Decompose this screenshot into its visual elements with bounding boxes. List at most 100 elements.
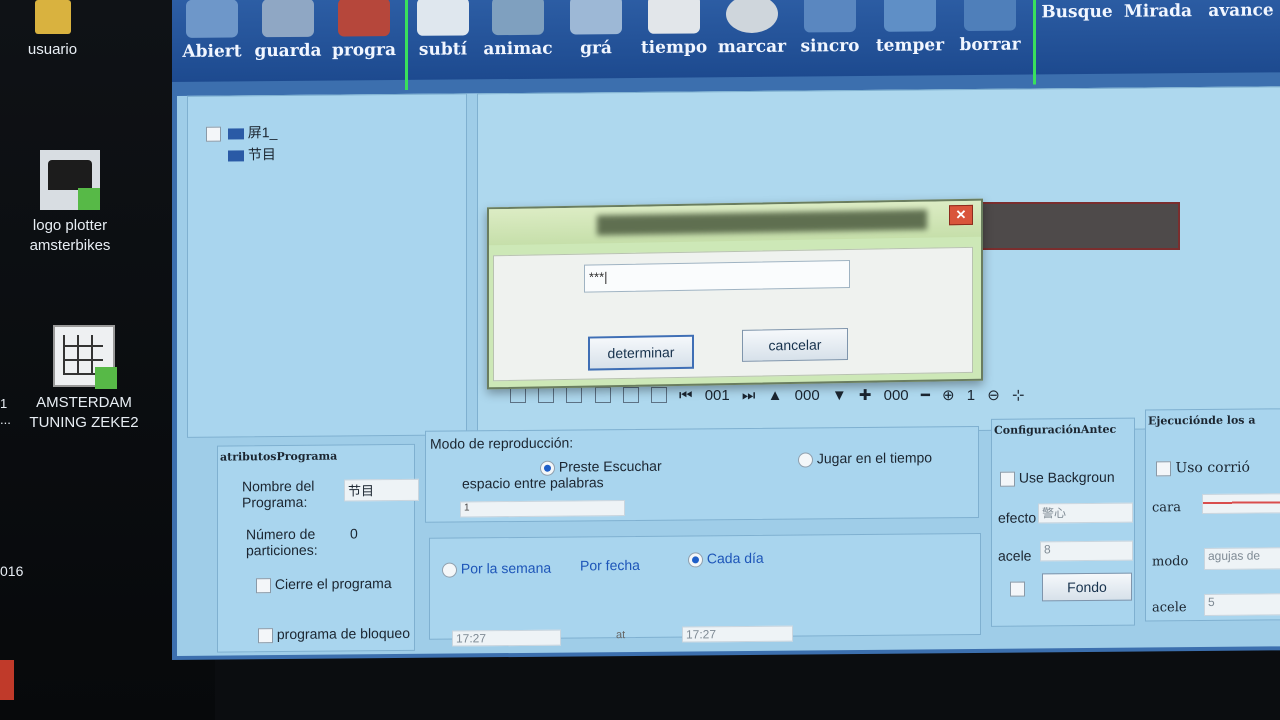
effect-label: efecto bbox=[998, 509, 1037, 526]
checkbox[interactable] bbox=[1010, 581, 1025, 597]
accel-field[interactable]: 8 bbox=[1040, 540, 1133, 562]
time-separator: at bbox=[616, 629, 626, 642]
radio-button[interactable] bbox=[798, 452, 813, 468]
password-input[interactable]: ***| bbox=[584, 259, 850, 293]
face-label: cara bbox=[1152, 500, 1181, 516]
next-page-icon[interactable]: ⏭ bbox=[742, 387, 756, 404]
password-dialog: ✕ ***| determinar cancelar bbox=[487, 198, 983, 390]
taskbar-app-icon[interactable] bbox=[0, 660, 14, 700]
toolbar-advance-button[interactable]: avance bbox=[1202, 0, 1280, 54]
crown-logo-icon bbox=[40, 150, 100, 210]
toolbar-graphic-button[interactable]: grá bbox=[568, 0, 624, 72]
close-icon[interactable]: ✕ bbox=[949, 204, 973, 226]
checkbox[interactable] bbox=[258, 627, 273, 644]
clapperboard-icon bbox=[338, 0, 390, 37]
accel-label: acele bbox=[998, 547, 1032, 564]
use-background-option[interactable]: Use Backgroun bbox=[1000, 469, 1115, 487]
toolbar-separator bbox=[405, 0, 408, 90]
toolbar-sync-button[interactable]: sincro bbox=[794, 0, 866, 70]
toolbar-program-button[interactable]: progra bbox=[326, 0, 402, 74]
end-time-field[interactable]: 17:27 bbox=[682, 625, 793, 643]
pencil-paper-icon bbox=[417, 0, 469, 36]
minus-icon[interactable]: ━ bbox=[921, 386, 930, 404]
cancel-button[interactable]: cancelar bbox=[742, 328, 848, 362]
up-arrow-icon[interactable]: ▲ bbox=[768, 387, 783, 404]
down-arrow-icon[interactable]: ▼ bbox=[832, 387, 847, 404]
toolbar-subtitle-button[interactable]: subtí bbox=[412, 0, 474, 73]
determine-button[interactable]: determinar bbox=[588, 334, 694, 371]
tree-root-label: 屏1_ bbox=[247, 124, 278, 141]
trash-icon bbox=[964, 0, 1016, 32]
word-space-field[interactable]: 1 bbox=[460, 500, 625, 518]
effect-field[interactable]: 警心 bbox=[1038, 502, 1133, 524]
dialog-title-blur bbox=[597, 209, 927, 236]
fit-icon[interactable]: ⊹ bbox=[1012, 386, 1025, 404]
layout-icon[interactable] bbox=[566, 387, 583, 404]
execution-panel: Ejecuciónde los a Uso corrió cara modo a… bbox=[1145, 408, 1280, 622]
tree-child[interactable]: 节目 bbox=[228, 144, 276, 164]
mode-field[interactable]: agujas de bbox=[1204, 547, 1280, 570]
program-name-label: Nombre del Programa: bbox=[242, 477, 315, 511]
image-icon bbox=[570, 0, 622, 35]
radio-button[interactable] bbox=[540, 460, 555, 476]
background-config-panel: ConfiguraciónAntec Use Backgroun efecto … bbox=[991, 417, 1135, 627]
desktop-icon-user[interactable]: usuario bbox=[20, 0, 85, 60]
layout-icon[interactable] bbox=[538, 387, 555, 404]
tree-checkbox[interactable] bbox=[206, 126, 221, 142]
execution-header: Ejecuciónde los a bbox=[1148, 413, 1256, 428]
plus-icon[interactable]: ✚ bbox=[859, 386, 872, 404]
by-date-option[interactable]: Por fecha bbox=[580, 557, 640, 574]
toolbar-save-button[interactable]: guarda bbox=[250, 0, 326, 74]
face-color-field[interactable] bbox=[1202, 493, 1280, 515]
thermometer-icon bbox=[884, 0, 936, 32]
tree-root[interactable]: 屏1_ bbox=[206, 122, 277, 143]
radio-button[interactable] bbox=[688, 552, 703, 568]
zoom-out-icon[interactable]: ⊖ bbox=[987, 386, 1000, 404]
toolbar-mark-button[interactable]: marcar bbox=[714, 0, 790, 70]
edge-text: 016 bbox=[0, 563, 24, 579]
first-page-icon[interactable]: ⏮ bbox=[679, 387, 693, 404]
start-time-field[interactable]: 17:27 bbox=[452, 629, 561, 647]
checkbox[interactable] bbox=[1000, 471, 1015, 487]
by-week-option[interactable]: Por la semana bbox=[442, 560, 551, 578]
partitions-value: 0 bbox=[350, 525, 358, 542]
checkbox[interactable] bbox=[256, 577, 271, 594]
radio-button[interactable] bbox=[442, 562, 457, 578]
radio-listen[interactable]: Preste Escuchar bbox=[540, 458, 662, 476]
toolbar-delete-button[interactable]: borrar bbox=[952, 0, 1028, 68]
toolbar-preview-button[interactable]: Mirada bbox=[1120, 0, 1196, 55]
program-tree: 屏1_ 节目 bbox=[187, 93, 467, 438]
zoom-in-icon[interactable]: ⊕ bbox=[942, 386, 955, 404]
every-day-option[interactable]: Cada día bbox=[688, 550, 764, 568]
layout-icon[interactable] bbox=[594, 387, 611, 404]
toolbar-time-button[interactable]: tiempo bbox=[638, 0, 710, 71]
tree-child-label: 节目 bbox=[247, 146, 276, 163]
close-program-option[interactable]: Cierre el programa bbox=[256, 575, 392, 594]
checkbox[interactable] bbox=[1156, 460, 1171, 476]
toolbar-search-button[interactable]: Busque bbox=[1040, 0, 1114, 55]
layout-icon[interactable] bbox=[622, 387, 639, 404]
desktop-icon-logo-plotter[interactable]: logo plotter amsterbikes bbox=[15, 150, 125, 256]
fondo-button[interactable]: Fondo bbox=[1042, 572, 1132, 602]
exec-accel-field[interactable]: 5 bbox=[1204, 593, 1280, 616]
background-header: ConfiguraciónAntec bbox=[994, 422, 1117, 437]
calendar-icon bbox=[648, 0, 700, 34]
program-name-field[interactable]: 节目 bbox=[344, 478, 419, 502]
toolbar-animation-button[interactable]: animac bbox=[480, 0, 556, 72]
radio-time[interactable]: Jugar en el tiempo bbox=[798, 449, 932, 468]
playback-title: Modo de reproducción: bbox=[430, 434, 574, 452]
partitions-label: Número de particiones: bbox=[246, 525, 318, 559]
mode-label: modo bbox=[1152, 554, 1189, 570]
use-run-option[interactable]: Uso corrió bbox=[1156, 460, 1250, 477]
layout-icon[interactable] bbox=[650, 387, 667, 404]
layout-icon[interactable] bbox=[510, 387, 526, 404]
lock-program-option[interactable]: programa de bloqueo bbox=[258, 625, 410, 644]
toolbar-open-button[interactable]: Abiert bbox=[177, 0, 247, 75]
desktop-icon-amsterdam[interactable]: AMSTERDAM TUNING ZEKE2 bbox=[28, 325, 140, 433]
toolbar-temperature-button[interactable]: temper bbox=[872, 0, 948, 69]
save-icon bbox=[262, 0, 314, 38]
toolbar: Abiert guarda progra subtí animac grá ti… bbox=[172, 0, 1280, 90]
attributes-header: atributosPrograma bbox=[220, 449, 338, 464]
canvas-navigation-bar: ⏮ 001 ⏭ ▲ 000 ▼ ✚ 000 ━ ⊕ 1 ⊖ ⊹ bbox=[510, 386, 1033, 408]
desktop-icon-label: AMSTERDAM TUNING ZEKE2 bbox=[29, 394, 139, 431]
